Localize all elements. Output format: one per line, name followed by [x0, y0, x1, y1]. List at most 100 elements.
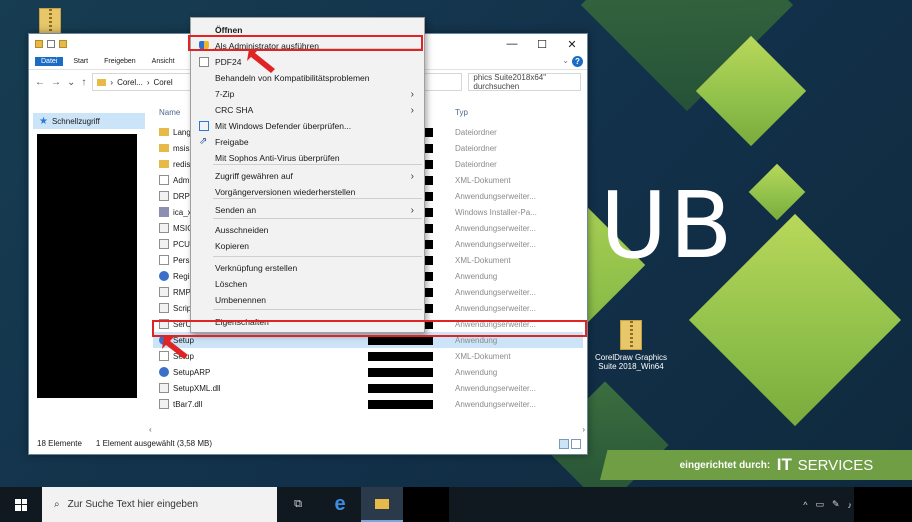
- menu-item-zugriff-gewähren-auf[interactable]: Zugriff gewähren auf ›: [193, 168, 422, 184]
- quick-access-folder-icon[interactable]: [35, 40, 43, 48]
- menu-item-ausschneiden[interactable]: Ausschneiden: [193, 222, 422, 238]
- menu-item-behandeln-von-kompatibilitätsproblemen[interactable]: Behandeln von Kompatibilitätsproblemen: [193, 70, 422, 86]
- status-selection: 1 Element ausgewählt (3,58 MB): [95, 438, 212, 448]
- folder-icon: [159, 128, 169, 136]
- context-menu: Öffnen Als Administrator ausführen PDF24 Be…: [190, 17, 425, 333]
- tab-ansicht[interactable]: Ansicht: [146, 57, 181, 66]
- menu-separator: [213, 309, 422, 310]
- status-item-count: 18 Elemente: [37, 438, 82, 448]
- close-button[interactable]: ✕: [557, 34, 587, 54]
- highlight-box-admin: [188, 35, 423, 51]
- breadcrumb-separator: ›: [110, 77, 114, 87]
- search-placeholder: phics Suite2018x64" durchsuchen: [473, 73, 547, 91]
- nav-item-quick-access[interactable]: ★ Schnellzugriff: [33, 113, 145, 129]
- menu-item-mit-windows-defender-überprüfen[interactable]: Mit Windows Defender überprüfen...: [193, 118, 422, 134]
- file-row[interactable]: SetupXML.dll Anwendungserweiter...: [153, 380, 583, 396]
- quick-access-properties-icon[interactable]: [47, 40, 55, 48]
- app-icon: [159, 271, 169, 281]
- search-input[interactable]: phics Suite2018x64" durchsuchen: [468, 73, 581, 91]
- file-type: Anwendungserweiter...: [455, 191, 536, 201]
- menu-item-löschen[interactable]: Löschen: [193, 276, 422, 292]
- help-icon[interactable]: ?: [572, 56, 583, 67]
- menu-item-7-zip[interactable]: 7-Zip ›: [193, 86, 422, 102]
- file-row[interactable]: SetupARP Anwendung: [153, 364, 583, 380]
- expand-ribbon-icon[interactable]: ⌄: [562, 56, 569, 65]
- windows-defender-icon: [199, 121, 209, 131]
- chevron-up-icon[interactable]: ^: [803, 500, 807, 510]
- back-arrow-icon[interactable]: ←: [35, 77, 45, 88]
- windows-logo-icon: [15, 498, 27, 511]
- menu-item-mit-sophos-anti-virus-überprüfen[interactable]: Mit Sophos Anti-Virus überprüfen: [193, 150, 422, 166]
- folder-icon: [375, 498, 389, 509]
- edge-icon[interactable]: e: [319, 487, 361, 522]
- menu-item-verknüpfung-erstellen[interactable]: Verknüpfung erstellen: [193, 260, 422, 276]
- menu-item-label: PDF24: [215, 57, 242, 67]
- nav-item-label: Schnellzugriff: [51, 116, 100, 126]
- dll-file-icon: [159, 383, 169, 393]
- menu-item-umbenennen[interactable]: Umbenennen: [193, 292, 422, 308]
- file-row[interactable]: tBar7.dll Anwendungserweiter...: [153, 396, 583, 412]
- file-type: Dateiordner: [455, 143, 497, 153]
- menu-item-kopieren[interactable]: Kopieren: [193, 238, 422, 254]
- taskbar-search-input[interactable]: ⌕ Zur Suche Text hier eingeben: [42, 487, 277, 522]
- task-view-icon[interactable]: ⧉: [277, 487, 319, 522]
- file-type: Anwendungserweiter...: [455, 303, 536, 313]
- redacted-date: [368, 351, 433, 361]
- volume-icon[interactable]: ♪: [848, 500, 853, 510]
- file-row[interactable]: Setup XML-Dokument: [153, 348, 583, 364]
- forward-arrow-icon[interactable]: →: [51, 77, 61, 88]
- menu-item-freigabe[interactable]: ⇗ Freigabe: [193, 134, 422, 150]
- taskbar: ⌕ Zur Suche Text hier eingeben ⧉ e ^ ▭ ✎…: [0, 487, 912, 522]
- redacted-date: [368, 383, 433, 393]
- file-type: Anwendungserweiter...: [455, 287, 536, 297]
- navigation-pane: ★ Schnellzugriff: [29, 100, 149, 430]
- maximize-button[interactable]: ☐: [527, 34, 557, 54]
- dll-file-icon: [159, 399, 169, 409]
- xml-file-icon: [159, 255, 169, 265]
- red-arrow-icon: [162, 337, 188, 359]
- menu-separator: [213, 218, 422, 219]
- file-explorer-icon[interactable]: [361, 487, 403, 522]
- network-icon[interactable]: ▭: [815, 499, 824, 510]
- brand-bar: eingerichtet durch: IT SERVICES: [600, 450, 912, 480]
- menu-item-pdf24[interactable]: PDF24: [193, 54, 422, 70]
- large-icons-view-icon[interactable]: [571, 439, 581, 449]
- menu-item-senden-an[interactable]: Senden an ›: [193, 202, 422, 218]
- file-type: Windows Installer-Pa...: [455, 207, 537, 217]
- search-placeholder: Zur Suche Text hier eingeben: [67, 499, 199, 510]
- minimize-button[interactable]: —: [497, 34, 527, 54]
- redacted-clock: [854, 487, 912, 522]
- file-type: Anwendung: [455, 271, 498, 281]
- status-bar: 18 Elemente 1 Element ausgewählt (3,58 M…: [29, 432, 587, 454]
- tab-datei[interactable]: Datei: [35, 57, 64, 66]
- recent-chevron-icon[interactable]: ⌄: [67, 77, 75, 88]
- file-type: XML-Dokument: [455, 175, 511, 185]
- brand-services: SERVICES: [797, 456, 874, 474]
- menu-item-vorgängerversionen-wiederherstellen[interactable]: Vorgängerversionen wiederherstellen: [193, 184, 422, 200]
- desktop-icon-coreldraw[interactable]: CorelDraw Graphics Suite 2018_Win64: [586, 320, 676, 371]
- details-view-icon[interactable]: [559, 439, 569, 449]
- pen-icon[interactable]: ✎: [832, 499, 840, 510]
- column-header-name[interactable]: Name: [159, 108, 180, 117]
- start-button[interactable]: [0, 487, 42, 522]
- red-arrow-icon: [247, 49, 275, 73]
- star-icon: ★: [39, 115, 48, 127]
- dll-file-icon: [159, 191, 169, 201]
- brand-logo-text: UB: [600, 172, 735, 279]
- pdf-document-icon: [199, 57, 209, 67]
- menu-item-label: Behandeln von Kompatibilitätsproblemen: [215, 73, 370, 83]
- up-arrow-icon[interactable]: ↑: [81, 77, 86, 88]
- desktop-icon-label: CorelDraw Graphics: [594, 353, 668, 362]
- folder-icon: [159, 144, 169, 152]
- menu-item-crc-sha[interactable]: CRC SHA ›: [193, 102, 422, 118]
- zip-folder-icon: [620, 320, 642, 350]
- breadcrumb-item[interactable]: Corel: [154, 78, 173, 87]
- tab-freigeben[interactable]: Freigeben: [98, 57, 142, 66]
- dll-file-icon: [159, 239, 169, 249]
- tab-start[interactable]: Start: [67, 57, 94, 66]
- column-header-type[interactable]: Typ: [455, 108, 468, 117]
- search-icon: ⌕: [54, 499, 60, 510]
- file-name: Setup: [173, 352, 373, 361]
- breadcrumb-item[interactable]: Corel...: [117, 78, 143, 87]
- quick-access-newfolder-icon[interactable]: [59, 40, 67, 48]
